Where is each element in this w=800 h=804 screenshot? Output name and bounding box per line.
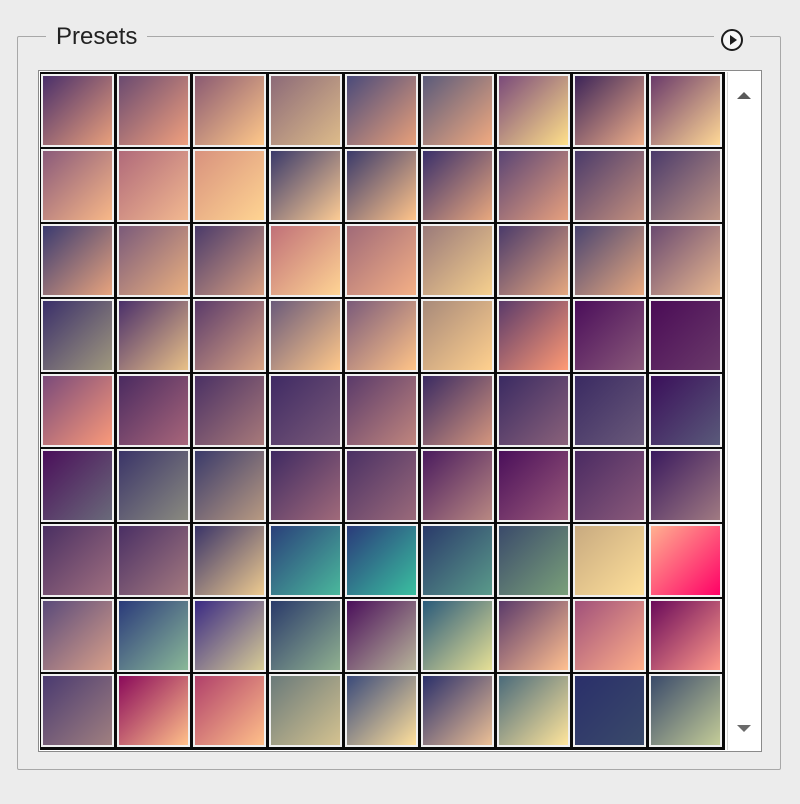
- circled-right-arrow-icon: [721, 29, 743, 51]
- gradient-swatch[interactable]: [345, 524, 418, 597]
- gradient-swatch[interactable]: [193, 224, 266, 297]
- gradient-swatch[interactable]: [117, 674, 190, 747]
- triangle-up-icon[interactable]: [737, 92, 751, 99]
- gradient-swatch[interactable]: [649, 374, 722, 447]
- gradient-swatch[interactable]: [345, 449, 418, 522]
- gradient-swatch[interactable]: [193, 449, 266, 522]
- gradient-swatch[interactable]: [497, 224, 570, 297]
- gradient-swatch[interactable]: [117, 149, 190, 222]
- gradient-swatch[interactable]: [573, 224, 646, 297]
- gradient-swatch[interactable]: [193, 374, 266, 447]
- gradient-swatch[interactable]: [193, 599, 266, 672]
- gradient-swatch[interactable]: [41, 299, 114, 372]
- gradient-swatch[interactable]: [497, 374, 570, 447]
- gradient-swatch[interactable]: [269, 374, 342, 447]
- gradient-swatch[interactable]: [41, 374, 114, 447]
- gradient-swatch[interactable]: [345, 374, 418, 447]
- gradient-swatch[interactable]: [421, 374, 494, 447]
- gradient-swatch[interactable]: [497, 524, 570, 597]
- gradient-swatch[interactable]: [649, 524, 722, 597]
- gradient-swatch[interactable]: [497, 449, 570, 522]
- gradient-swatch[interactable]: [421, 299, 494, 372]
- gradient-swatch[interactable]: [41, 149, 114, 222]
- gradient-swatch[interactable]: [117, 374, 190, 447]
- gradient-swatch[interactable]: [345, 299, 418, 372]
- gradient-swatch[interactable]: [269, 524, 342, 597]
- gradient-swatch[interactable]: [269, 599, 342, 672]
- swatch-grid: [40, 72, 725, 750]
- gradient-swatch[interactable]: [573, 449, 646, 522]
- gradient-swatch[interactable]: [421, 524, 494, 597]
- gradient-swatch[interactable]: [573, 599, 646, 672]
- gradient-swatch[interactable]: [497, 599, 570, 672]
- panel-menu-button[interactable]: [714, 26, 750, 54]
- gradient-swatch[interactable]: [269, 299, 342, 372]
- gradient-swatch[interactable]: [421, 449, 494, 522]
- gradient-swatch[interactable]: [41, 674, 114, 747]
- gradient-swatch[interactable]: [117, 449, 190, 522]
- gradient-swatch[interactable]: [345, 599, 418, 672]
- gradient-swatch[interactable]: [193, 524, 266, 597]
- gradient-swatch[interactable]: [573, 299, 646, 372]
- gradient-swatch[interactable]: [497, 74, 570, 147]
- gradient-swatch[interactable]: [573, 374, 646, 447]
- gradient-swatch[interactable]: [41, 599, 114, 672]
- gradient-swatch[interactable]: [269, 149, 342, 222]
- gradient-swatch[interactable]: [497, 299, 570, 372]
- gradient-swatch[interactable]: [193, 674, 266, 747]
- presets-title: Presets: [46, 20, 148, 54]
- gradient-swatch[interactable]: [573, 524, 646, 597]
- gradient-swatch[interactable]: [421, 224, 494, 297]
- presets-panel: [38, 70, 762, 752]
- scroll-track[interactable]: [728, 72, 760, 750]
- gradient-swatch[interactable]: [269, 674, 342, 747]
- gradient-swatch[interactable]: [193, 74, 266, 147]
- gradient-swatch[interactable]: [421, 74, 494, 147]
- gradient-swatch[interactable]: [117, 524, 190, 597]
- vertical-scrollbar[interactable]: [727, 72, 760, 750]
- gradient-swatch[interactable]: [269, 74, 342, 147]
- gradient-swatch[interactable]: [193, 299, 266, 372]
- gradient-swatch[interactable]: [421, 149, 494, 222]
- gradient-swatch[interactable]: [497, 149, 570, 222]
- gradient-swatch[interactable]: [421, 599, 494, 672]
- gradient-swatch[interactable]: [649, 149, 722, 222]
- triangle-down-icon[interactable]: [737, 725, 751, 732]
- gradient-swatch[interactable]: [41, 524, 114, 597]
- gradient-swatch[interactable]: [573, 149, 646, 222]
- gradient-swatch[interactable]: [573, 74, 646, 147]
- gradient-swatch[interactable]: [345, 224, 418, 297]
- gradient-swatch[interactable]: [269, 224, 342, 297]
- gradient-swatch[interactable]: [649, 224, 722, 297]
- gradient-swatch[interactable]: [649, 599, 722, 672]
- gradient-swatch[interactable]: [649, 674, 722, 747]
- gradient-swatch[interactable]: [41, 449, 114, 522]
- gradient-swatch[interactable]: [41, 224, 114, 297]
- gradient-swatch[interactable]: [117, 224, 190, 297]
- gradient-swatch[interactable]: [649, 299, 722, 372]
- gradient-swatch[interactable]: [345, 74, 418, 147]
- gradient-swatch[interactable]: [345, 149, 418, 222]
- gradient-swatch[interactable]: [117, 599, 190, 672]
- gradient-swatch[interactable]: [649, 449, 722, 522]
- gradient-swatch[interactable]: [193, 149, 266, 222]
- gradient-swatch[interactable]: [421, 674, 494, 747]
- gradient-swatch[interactable]: [649, 74, 722, 147]
- gradient-swatch[interactable]: [117, 74, 190, 147]
- gradient-swatch[interactable]: [269, 449, 342, 522]
- gradient-swatch[interactable]: [573, 674, 646, 747]
- gradient-swatch[interactable]: [497, 674, 570, 747]
- gradient-swatch[interactable]: [345, 674, 418, 747]
- gradient-swatch[interactable]: [117, 299, 190, 372]
- gradient-swatch[interactable]: [41, 74, 114, 147]
